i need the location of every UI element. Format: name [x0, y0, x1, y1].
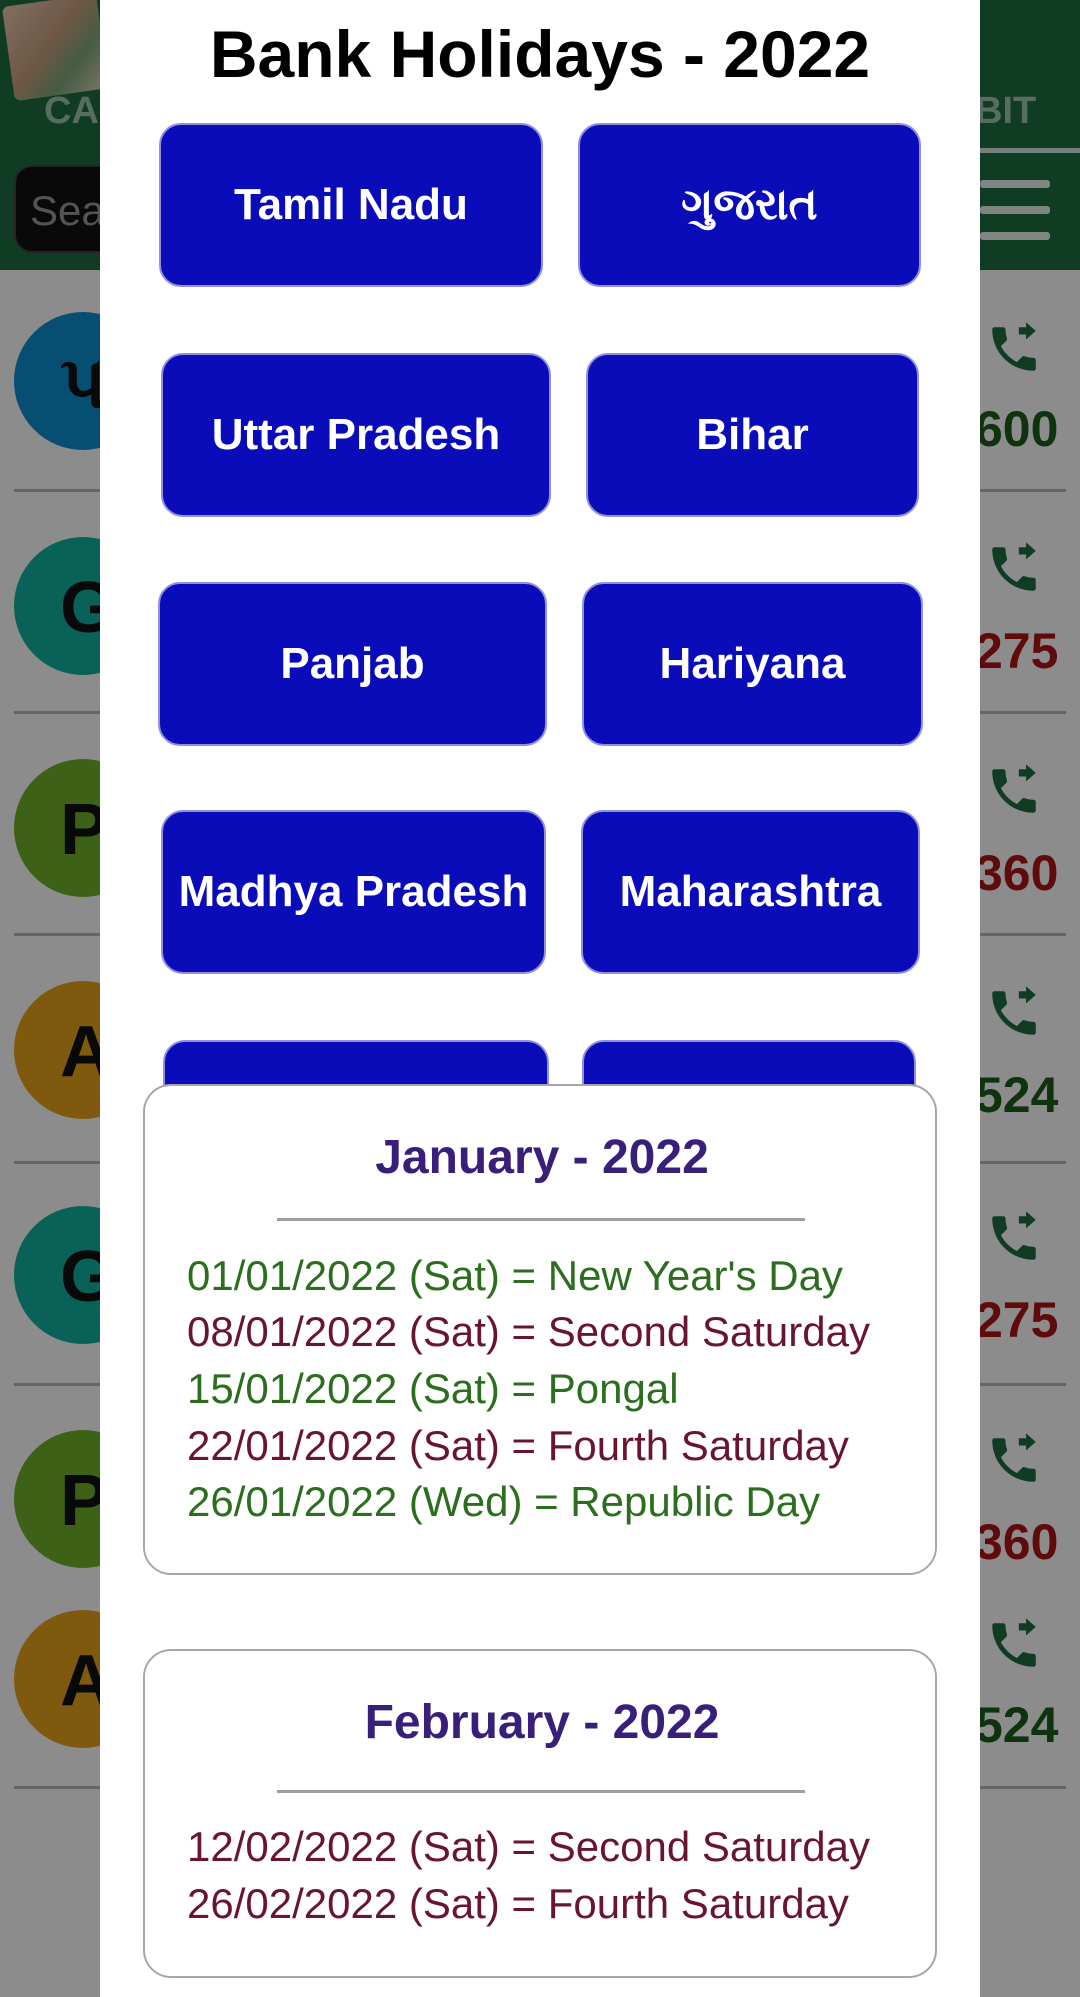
- state-button-panjab[interactable]: Panjab: [158, 582, 547, 746]
- state-button-hariyana[interactable]: Hariyana: [582, 582, 923, 746]
- dialog-title: Bank Holidays - 2022: [209, 17, 871, 91]
- bank-holidays-dialog: Bank Holidays - 2022 Tamil Nadu ગુજરાત U…: [100, 0, 980, 1997]
- holiday-item: 26/02/2022 (Sat) = Fourth Saturday: [187, 1880, 849, 1927]
- holiday-item: 22/01/2022 (Sat) = Fourth Saturday: [187, 1422, 849, 1469]
- state-button-gujarat[interactable]: ગુજરાત: [578, 123, 921, 287]
- holiday-item: 12/02/2022 (Sat) = Second Saturday: [187, 1823, 870, 1870]
- month-title: February - 2022: [364, 1696, 720, 1749]
- state-button-tamil-nadu[interactable]: Tamil Nadu: [159, 123, 543, 287]
- state-button-madhya-pradesh[interactable]: Madhya Pradesh: [161, 810, 546, 974]
- holiday-item: 08/01/2022 (Sat) = Second Saturday: [187, 1308, 870, 1355]
- holiday-item: 26/01/2022 (Wed) = Republic Day: [187, 1478, 821, 1525]
- month-card-february: February - 2022 12/02/2022 (Sat) = Secon…: [143, 1649, 937, 1978]
- month-title: January - 2022: [375, 1131, 709, 1184]
- state-button-maharashtra[interactable]: Maharashtra: [581, 810, 920, 974]
- state-button-uttar-pradesh[interactable]: Uttar Pradesh: [161, 353, 551, 517]
- holiday-item: 01/01/2022 (Sat) = New Year's Day: [187, 1252, 843, 1299]
- holiday-item: 15/01/2022 (Sat) = Pongal: [187, 1365, 679, 1412]
- state-button-bihar[interactable]: Bihar: [586, 353, 919, 517]
- month-card-january: January - 2022 01/01/2022 (Sat) = New Ye…: [143, 1084, 937, 1575]
- divider: [277, 1790, 805, 1793]
- divider: [277, 1218, 805, 1221]
